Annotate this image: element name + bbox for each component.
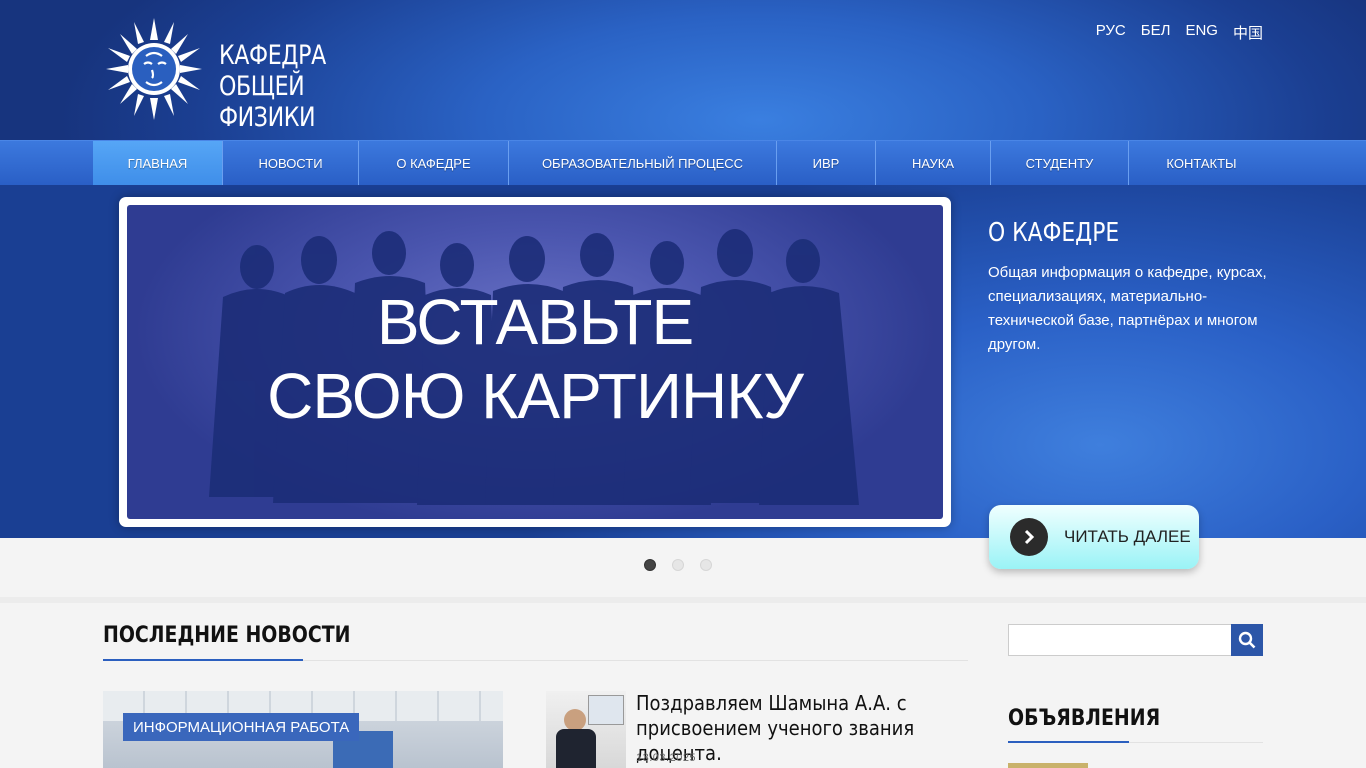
announcements-heading: ОБЪЯВЛЕНИЯ	[1008, 706, 1161, 731]
slide-description: Общая информация о кафедре, курсах, спец…	[988, 264, 1267, 353]
nav-item-news[interactable]: НОВОСТИ	[223, 141, 359, 185]
slide-title[interactable]: О КАФЕДРЕ	[988, 218, 1119, 248]
main-nav: ГЛАВНАЯ НОВОСТИ О КАФЕДРЕ ОБРАЗОВАТЕЛЬНЫ…	[0, 140, 1366, 186]
language-switcher: РУС БЕЛ ENG 中国	[1096, 22, 1263, 43]
slide-placeholder-text: ВСТАВЬТЕ СВОЮ КАРТИНКУ	[127, 285, 943, 433]
nav-item-contacts[interactable]: КОНТАКТЫ	[1129, 141, 1274, 185]
news-item-thumbnail[interactable]	[546, 691, 626, 768]
nav-item-home[interactable]: ГЛАВНАЯ	[93, 141, 223, 185]
lang-ru[interactable]: РУС	[1096, 22, 1126, 43]
site-title[interactable]: КАФЕДРА ОБЩЕЙ ФИЗИКИ	[219, 40, 408, 133]
read-more-button[interactable]: ЧИТАТЬ ДАЛЕЕ	[989, 505, 1199, 569]
search-button[interactable]	[1231, 624, 1263, 656]
nav-item-science[interactable]: НАУКА	[876, 141, 991, 185]
nav-item-education[interactable]: ОБРАЗОВАТЕЛЬНЫЙ ПРОЦЕСС	[509, 141, 777, 185]
slide-text-line1: ВСТАВЬТЕ	[376, 286, 694, 358]
slide-text-line2: СВОЮ КАРТИНКУ	[267, 360, 804, 432]
slider-dot-3[interactable]	[700, 559, 712, 571]
site-header: КАФЕДРА ОБЩЕЙ ФИЗИКИ РУС БЕЛ ENG 中国	[0, 0, 1366, 140]
sun-logo-icon[interactable]	[106, 18, 202, 120]
nav-item-ivr[interactable]: ИВР	[777, 141, 876, 185]
slide-image: ВСТАВЬТЕ СВОЮ КАРТИНКУ	[127, 205, 943, 519]
search-icon	[1238, 631, 1256, 649]
slider-dot-1[interactable]	[644, 559, 656, 571]
heading-accent-line	[103, 659, 303, 661]
nav-item-about[interactable]: О КАФЕДРЕ	[359, 141, 509, 185]
slider-dot-2[interactable]	[672, 559, 684, 571]
news-item-date: 13.03.2025	[636, 752, 697, 764]
chevron-right-icon	[1010, 518, 1048, 556]
slider-pagination	[644, 559, 712, 571]
latest-news-heading: ПОСЛЕДНИЕ НОВОСТИ	[103, 623, 351, 648]
lang-en[interactable]: ENG	[1185, 22, 1218, 43]
slide-image-frame[interactable]: ВСТАВЬТЕ СВОЮ КАРТИНКУ	[119, 197, 951, 527]
announcement-thumbnail[interactable]	[1008, 763, 1088, 768]
search-input[interactable]	[1008, 624, 1232, 656]
section-divider	[0, 597, 1366, 603]
site-title-line2: ФИЗИКИ	[219, 102, 316, 133]
nav-item-students[interactable]: СТУДЕНТУ	[991, 141, 1129, 185]
lang-be[interactable]: БЕЛ	[1141, 22, 1171, 43]
site-title-line1: КАФЕДРА ОБЩЕЙ	[219, 40, 326, 102]
lang-zh[interactable]: 中国	[1233, 22, 1263, 43]
news-category-tag[interactable]: ИНФОРМАЦИОННАЯ РАБОТА	[123, 713, 360, 741]
read-more-label: ЧИТАТЬ ДАЛЕЕ	[1064, 527, 1191, 546]
announcements-accent-line	[1008, 741, 1129, 743]
